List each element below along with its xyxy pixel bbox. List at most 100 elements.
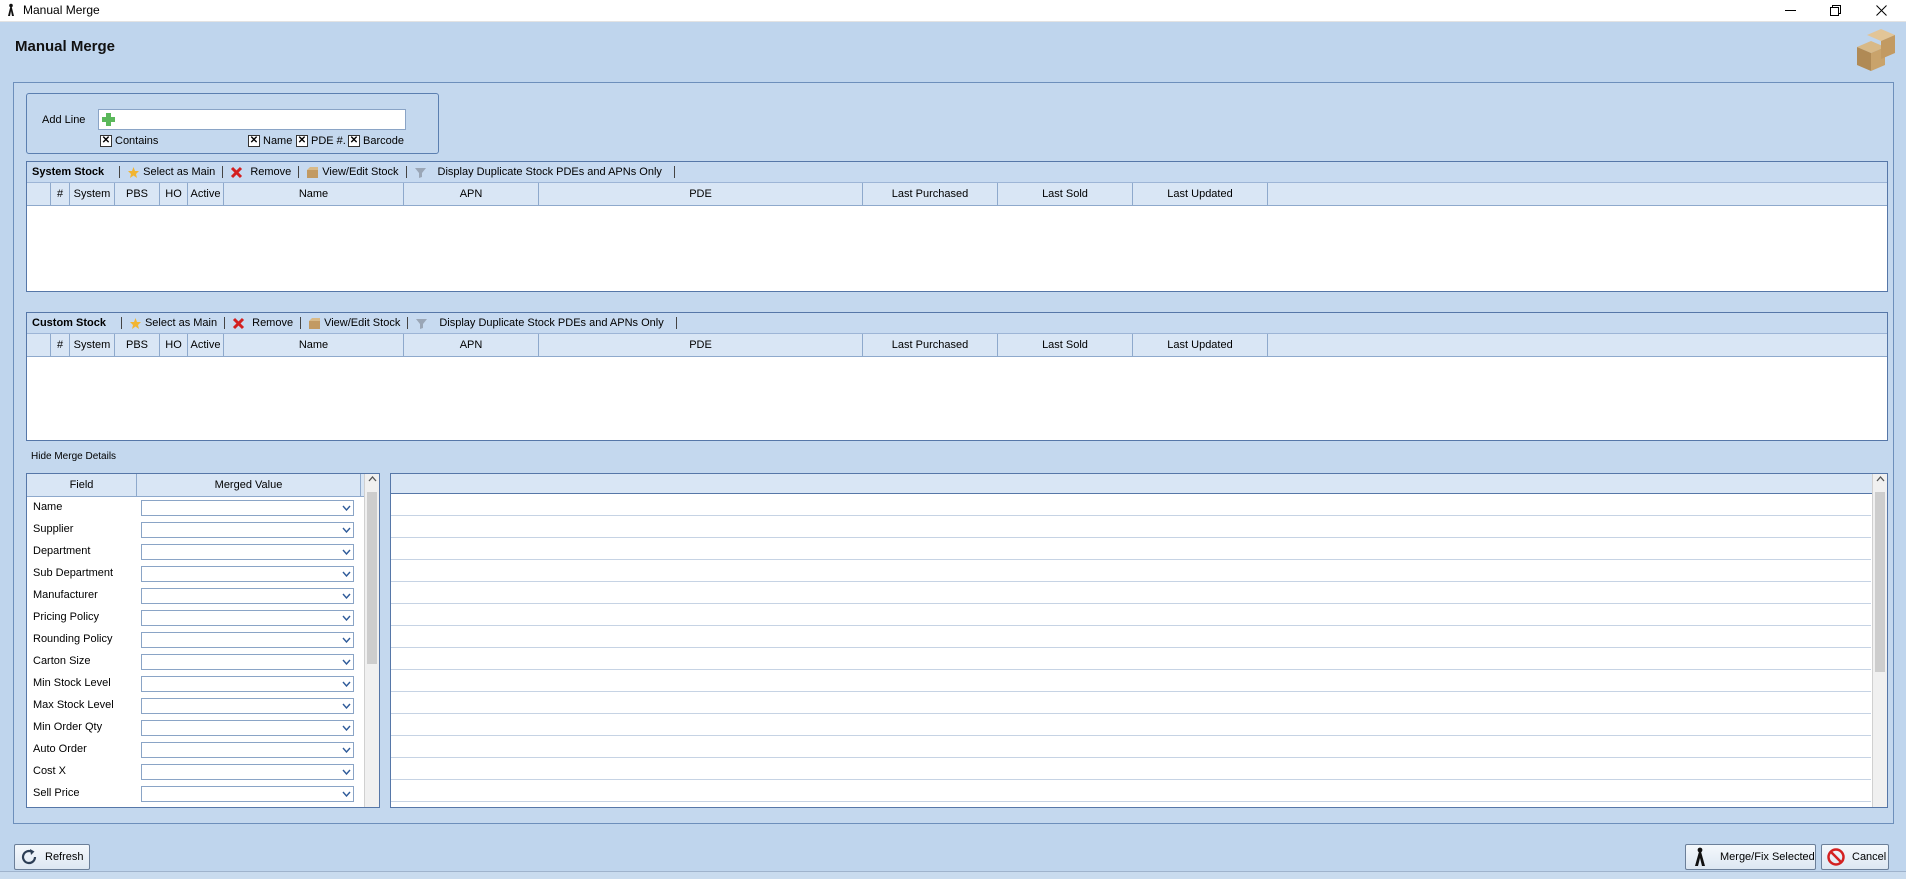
system-view-edit-button[interactable]: View/Edit Stock [302,166,402,179]
chevron-down-icon[interactable] [340,700,352,712]
column-header-pde[interactable]: PDE [539,183,863,205]
restore-button[interactable] [1812,0,1858,21]
merge-detail-row [391,714,1871,736]
custom-stock-title: Custom Stock [32,317,106,329]
merge-fix-selected-button[interactable]: Merge/Fix Selected [1685,844,1816,870]
custom-select-main-button[interactable]: Select as Main [125,317,221,330]
merged-value-dropdown[interactable] [141,544,354,560]
merge-detail-row [391,516,1871,538]
custom-stock-grid: Custom Stock Select as Main Remove View/… [26,312,1888,441]
barcode-checkbox[interactable]: ✕ Barcode [348,135,404,147]
column-header-pbs[interactable]: PBS [115,183,160,205]
scroll-up-icon[interactable] [1873,476,1887,488]
column-header-system[interactable]: System [70,183,115,205]
chevron-down-icon[interactable] [340,744,352,756]
column-header-system[interactable]: System [70,334,115,356]
refresh-icon [21,849,37,865]
column-header-apn[interactable]: APN [404,334,539,356]
merged-value-dropdown[interactable] [141,764,354,780]
custom-remove-button[interactable]: Remove [228,317,297,330]
merge-fields-panel: Field Merged Value Name Supplier Departmen… [26,473,380,808]
star-icon [129,317,141,329]
merged-value-dropdown[interactable] [141,610,354,626]
column-header-number[interactable]: # [51,334,70,356]
merged-value-dropdown[interactable] [141,720,354,736]
column-header-last-sold[interactable]: Last Sold [998,183,1133,205]
column-header-last-updated[interactable]: Last Updated [1133,183,1268,205]
hide-merge-details-link[interactable]: Hide Merge Details [31,451,116,462]
merge-field-row: Max Stock Level [27,695,379,717]
star-icon [128,166,140,178]
chevron-down-icon[interactable] [340,502,352,514]
column-header-number[interactable]: # [51,183,70,205]
column-header-last-purchased[interactable]: Last Purchased [863,334,998,356]
column-header-apn[interactable]: APN [404,183,539,205]
chevron-down-icon[interactable] [340,722,352,734]
merged-value-dropdown[interactable] [141,654,354,670]
chevron-down-icon[interactable] [340,612,352,624]
chevron-down-icon[interactable] [340,656,352,668]
chevron-down-icon[interactable] [340,524,352,536]
chevron-down-icon[interactable] [340,678,352,690]
cancel-button[interactable]: Cancel [1821,844,1889,870]
merged-value-dropdown[interactable] [141,588,354,604]
merged-value-dropdown[interactable] [141,500,354,516]
merged-value-dropdown[interactable] [141,566,354,582]
system-select-main-button[interactable]: Select as Main [123,166,219,179]
custom-view-edit-button[interactable]: View/Edit Stock [304,317,404,330]
system-remove-button[interactable]: Remove [226,166,295,179]
chevron-down-icon[interactable] [340,634,352,646]
chevron-down-icon[interactable] [340,546,352,558]
checkbox-checked-icon: ✕ [348,135,360,147]
scrollbar-thumb[interactable] [1875,492,1885,672]
column-header-active[interactable]: Active [188,183,224,205]
close-button[interactable] [1858,0,1904,21]
checkbox-checked-icon: ✕ [248,135,260,147]
merge-detail-row [391,780,1871,802]
merge-detail-scrollbar[interactable] [1872,474,1887,807]
system-display-duplicates-button[interactable]: Display Duplicate Stock PDEs and APNs On… [410,166,666,179]
custom-display-duplicates-button[interactable]: Display Duplicate Stock PDEs and APNs On… [411,317,667,330]
column-header-select[interactable] [27,334,51,356]
column-header-last-sold[interactable]: Last Sold [998,334,1133,356]
name-label: Name [263,135,293,147]
column-header-select[interactable] [27,183,51,205]
column-header-pbs[interactable]: PBS [115,334,160,356]
scroll-up-icon[interactable] [365,476,379,488]
column-header-ho[interactable]: HO [160,183,188,205]
chevron-down-icon[interactable] [340,766,352,778]
column-header-active[interactable]: Active [188,334,224,356]
scrollbar-thumb[interactable] [367,492,377,664]
column-header-name[interactable]: Name [224,334,404,356]
column-header-ho[interactable]: HO [160,334,188,356]
contains-checkbox[interactable]: ✕ Contains [100,135,158,147]
column-header-pde[interactable]: PDE [539,334,863,356]
merged-value-dropdown[interactable] [141,786,354,802]
chevron-down-icon[interactable] [340,590,352,602]
column-header-name[interactable]: Name [224,183,404,205]
merged-value-dropdown[interactable] [141,698,354,714]
minimize-button[interactable] [1767,0,1813,21]
box-icon [307,166,319,178]
merge-fields-scrollbar[interactable] [364,474,379,807]
field-column-header[interactable]: Field [27,474,137,496]
display-duplicates-label: Display Duplicate Stock PDEs and APNs On… [439,317,664,329]
merge-field-row: Rounding Policy [27,629,379,651]
merged-value-dropdown[interactable] [141,522,354,538]
name-checkbox[interactable]: ✕ Name [248,135,292,147]
merged-value-dropdown[interactable] [141,676,354,692]
refresh-button[interactable]: Refresh [14,844,90,870]
merged-value-column-header[interactable]: Merged Value [137,474,361,496]
pde-checkbox[interactable]: ✕ PDE #. [296,135,346,147]
merged-value-dropdown[interactable] [141,632,354,648]
merge-detail-row [391,736,1871,758]
chevron-down-icon[interactable] [340,788,352,800]
column-header-last-purchased[interactable]: Last Purchased [863,183,998,205]
display-duplicates-label: Display Duplicate Stock PDEs and APNs On… [437,166,662,178]
chevron-down-icon[interactable] [340,568,352,580]
column-header-last-updated[interactable]: Last Updated [1133,334,1268,356]
merged-value-dropdown[interactable] [141,742,354,758]
merge-field-row: Manufacturer [27,585,379,607]
add-line-input[interactable] [98,109,406,130]
merge-field-row: Carton Size [27,651,379,673]
